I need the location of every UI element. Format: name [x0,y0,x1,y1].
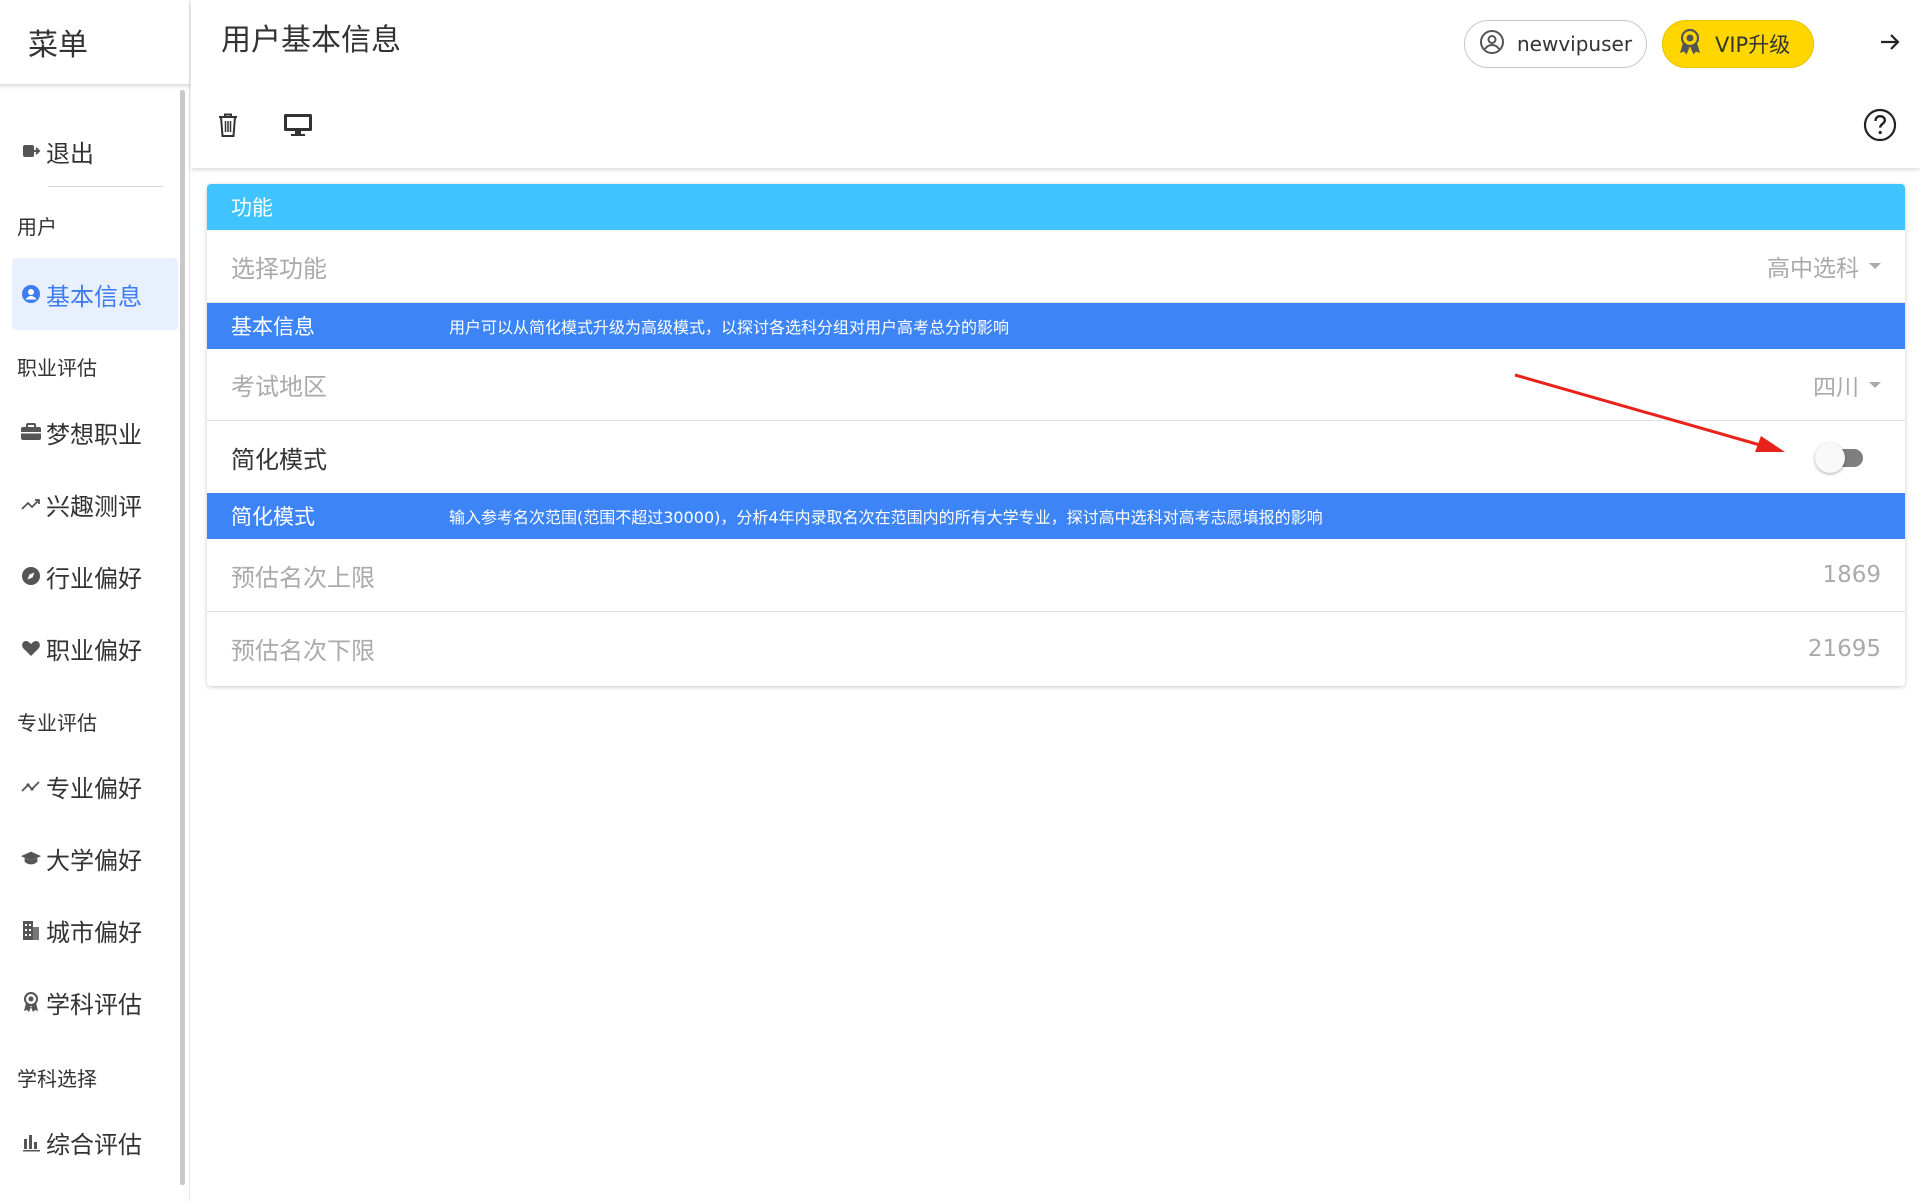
function-card: 功能 选择功能 高中选科 基本信息 用户可以从简化模式升级为高级模式，以探讨各选… [207,184,1905,686]
sidebar-item-label: 城市偏好 [46,918,142,947]
section-subject: 学科选择 [17,1067,97,1091]
card-header-title: 功能 [231,196,273,220]
user-circle-icon [20,283,42,305]
section-user: 用户 [17,215,57,239]
sidebar-item-dream-career[interactable]: 梦想职业 [12,396,178,468]
user-chip[interactable]: newvipuser [1464,20,1647,68]
exam-region-row[interactable]: 考试地区 四川 [207,349,1905,421]
simple-mode-band-title: 简化模式 [231,505,315,529]
page-title: 用户基本信息 [221,23,401,58]
vip-upgrade-label: VIP升级 [1715,33,1791,57]
section-career: 职业评估 [17,356,97,380]
forward-arrow-button[interactable] [1872,26,1908,62]
sidebar-item-label: 梦想职业 [46,420,142,449]
trend-icon [20,493,42,515]
simple-mode-band-desc: 输入参考名次范围(范围不超过30000)，分析4年内录取名次在范围内的所有大学专… [449,508,1323,527]
sidebar-item-career-pref[interactable]: 职业偏好 [12,612,178,684]
simple-mode-label: 简化模式 [231,445,327,474]
sidebar-title: 菜单 [28,28,88,63]
trash-icon [216,112,240,142]
exam-region-value: 四川 [1813,374,1859,401]
bar-chart-icon [20,1131,42,1153]
sidebar-item-label: 综合评估 [46,1130,142,1159]
toggle-thumb [1815,443,1845,473]
sidebar-item-label: 大学偏好 [46,846,142,875]
select-function-value: 高中选科 [1767,256,1859,282]
app-root: 菜单 退出 用户 基本信息 职业评估 梦想职业 兴趣测评 行业偏好 职业偏好 专… [0,0,1920,1201]
rank-upper-label: 预估名次上限 [231,563,375,592]
building-icon [20,919,42,941]
sidebar-scrollbar[interactable] [180,90,185,1185]
sidebar-item-university-pref[interactable]: 大学偏好 [12,822,178,894]
delete-button[interactable] [208,107,248,147]
award-icon [20,991,42,1013]
sidebar-item-label: 兴趣测评 [46,492,142,521]
basic-info-band-desc: 用户可以从简化模式升级为高级模式，以探讨各选科分组对用户高考总分的影响 [449,318,1010,337]
sidebar-item-subject-eval[interactable]: 学科评估 [12,966,178,1038]
simple-mode-band: 简化模式 输入参考名次范围(范围不超过30000)，分析4年内录取名次在范围内的… [207,493,1905,539]
sidebar-item-label: 学科评估 [46,990,142,1019]
sidebar-item-interest-test[interactable]: 兴趣测评 [12,468,178,540]
sidebar: 菜单 退出 用户 基本信息 职业评估 梦想职业 兴趣测评 行业偏好 职业偏好 专… [0,0,190,1201]
select-function-row[interactable]: 选择功能 高中选科 [207,230,1905,303]
sidebar-item-city-pref[interactable]: 城市偏好 [12,894,178,966]
briefcase-icon [20,421,42,443]
sidebar-item-label: 职业偏好 [46,636,142,665]
sidebar-divider [48,186,163,187]
help-button[interactable] [1860,107,1900,147]
rank-upper-row[interactable]: 预估名次上限 1869 [207,539,1905,612]
simple-mode-toggle[interactable] [1815,439,1865,475]
sidebar-item-label: 退出 [46,139,94,168]
exam-region-label: 考试地区 [231,373,327,401]
caret-down-icon [1869,263,1881,269]
sidebar-item-basic-info[interactable]: 基本信息 [12,258,178,330]
simple-mode-row: 简化模式 [207,421,1905,493]
desktop-icon [283,112,313,142]
exam-region-dropdown[interactable]: 四川 [1813,368,1881,402]
rank-lower-value[interactable]: 21695 [1808,636,1881,662]
sidebar-item-label: 基本信息 [46,282,142,311]
award-icon [1677,28,1703,60]
arrow-right-icon [1878,30,1902,58]
select-function-dropdown[interactable]: 高中选科 [1767,249,1881,283]
help-circle-icon [1863,108,1897,146]
heart-icon [20,637,42,659]
card-header: 功能 [207,184,1905,230]
sidebar-item-overall-eval[interactable]: 综合评估 [12,1106,178,1178]
sidebar-item-industry-pref[interactable]: 行业偏好 [12,540,178,612]
username-label: newvipuser [1517,32,1633,56]
compass-icon [20,565,42,587]
graduation-cap-icon [20,847,42,869]
basic-info-band: 基本信息 用户可以从简化模式升级为高级模式，以探讨各选科分组对用户高考总分的影响 [207,303,1905,349]
sidebar-item-logout[interactable]: 退出 [12,115,178,187]
account-circle-icon [1479,29,1505,59]
vip-upgrade-button[interactable]: VIP升级 [1662,20,1814,68]
sidebar-item-major-pref[interactable]: 专业偏好 [12,750,178,822]
logout-icon [20,140,42,162]
sidebar-item-label: 专业偏好 [46,774,142,803]
caret-down-icon [1869,381,1881,388]
section-major: 专业评估 [17,711,97,735]
select-function-label: 选择功能 [231,254,327,283]
desktop-button[interactable] [278,107,318,147]
rank-lower-label: 预估名次下限 [231,637,375,665]
sidebar-header: 菜单 [0,0,190,85]
basic-info-band-title: 基本信息 [231,315,315,339]
rank-lower-row[interactable]: 预估名次下限 21695 [207,612,1905,685]
top-app-bar: 用户基本信息 newvipuser VIP升级 [191,0,1920,168]
trend-icon [20,775,42,797]
sidebar-item-label: 行业偏好 [46,564,142,593]
rank-upper-value[interactable]: 1869 [1822,562,1881,588]
